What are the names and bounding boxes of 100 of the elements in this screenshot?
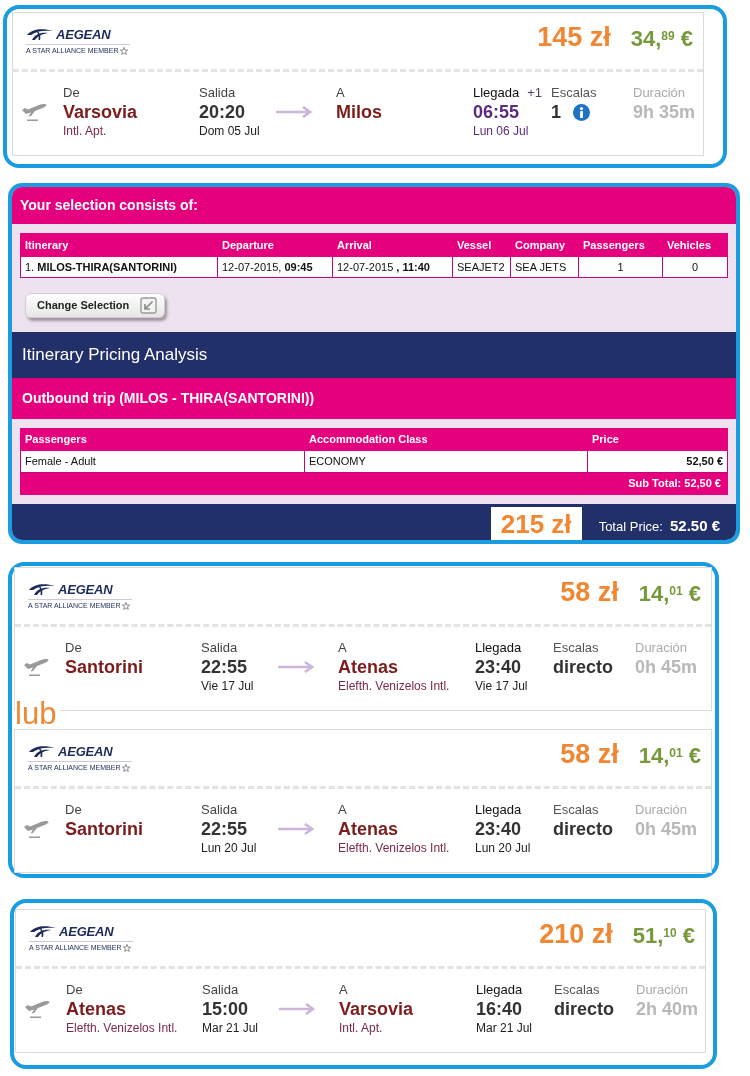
table-cell: 1. MILOS-THIRA(SANTORINI) (20, 256, 218, 278)
city-name: Atenas (338, 656, 399, 678)
column-header: Vehicles (662, 233, 728, 257)
airline-name: AEGEAN (59, 924, 114, 938)
star-icon (120, 46, 129, 55)
field-label: Llegada (475, 640, 522, 656)
total-value: 52.50 € (669, 515, 720, 536)
column-header: Arrival (332, 233, 453, 257)
departure-time: 22:55 (201, 818, 248, 840)
stops-count: directo (553, 656, 613, 678)
section-title: Your selection consists of: (20, 196, 198, 215)
table-cell: SEA JETS (510, 256, 579, 278)
field-label: A (339, 982, 348, 998)
departure-date: Mar 21 Jul (202, 1020, 259, 1036)
field-label: Salida (201, 640, 238, 656)
airport-name: Elefth. Venizelos Intl. (338, 678, 450, 694)
field-label: De (65, 802, 82, 818)
field-label: A (336, 85, 345, 101)
duration-value: 9h 35m (633, 101, 696, 123)
swoosh-logo-icon (26, 27, 54, 41)
departure-time: 20:20 (199, 101, 246, 123)
star-icon (123, 943, 132, 952)
change-selection-button[interactable]: Change Selection (25, 293, 165, 318)
price-eur: 51,$^{10}$ € (632, 923, 695, 949)
column-header: Passengers (20, 428, 305, 451)
arrow-right-icon (276, 106, 312, 118)
price-pln: 145 zł (537, 22, 611, 52)
city-name: Milos (336, 101, 382, 123)
column-header: Itinerary (20, 233, 218, 257)
arrival-time: 16:40 (476, 998, 523, 1020)
field-label: Duración (635, 640, 688, 656)
field-label: Escalas (553, 640, 599, 656)
field-label: De (63, 85, 80, 101)
stops-count: directo (553, 818, 613, 840)
arrival-date: Lun 06 Jul (473, 123, 529, 139)
arrow-box-icon (140, 297, 157, 314)
departure-time: 22:55 (201, 656, 248, 678)
city-name: Atenas (66, 998, 127, 1020)
field-label: Escalas (553, 802, 599, 818)
city-name: Varsovia (339, 998, 414, 1020)
table-cell: SEAJET2 (452, 256, 511, 278)
field-label: De (66, 982, 83, 998)
field-label: Llegada (476, 982, 523, 998)
table-cell: 0 (662, 256, 728, 278)
column-header: Passengers (578, 233, 663, 257)
field-label: Duración (636, 982, 689, 998)
arrival-date: Mar 21 Jul (476, 1020, 533, 1036)
airport-name: Intl. Apt. (339, 1020, 383, 1036)
info-icon[interactable] (573, 103, 590, 121)
price-eur: 34,$^{89}$ € (630, 26, 693, 52)
price-pln: 58 zł (560, 577, 619, 607)
city-name: Atenas (338, 818, 399, 840)
arrival-date: Vie 17 Jul (475, 678, 528, 694)
airport-name: Elefth. Venizelos Intl. (66, 1020, 178, 1036)
price-eur: 14,$^{01}$ € (638, 743, 701, 769)
arrow-right-icon (278, 823, 314, 835)
field-label: Salida (201, 802, 238, 818)
field-label: Llegada (473, 85, 520, 101)
section-title: Outbound trip (MILOS - THIRA(SANTORINI)) (22, 389, 315, 408)
subtotal-cell: Sub Total: 52,50 € (20, 472, 728, 495)
duration-value: 2h 40m (636, 998, 699, 1020)
field-label: Salida (199, 85, 236, 101)
day-offset: +1 (527, 85, 543, 101)
table-cell: 12-07-2015 , 11:40 (332, 256, 453, 278)
column-header: Departure (217, 233, 333, 257)
table-cell: 1 (578, 256, 663, 278)
arrival-date: Lun 20 Jul (475, 840, 531, 856)
star-icon (122, 601, 131, 610)
column-header: Company (510, 233, 579, 257)
price-pln: 210 zł (539, 919, 613, 949)
table-cell: Female - Adult (20, 450, 305, 473)
field-label: Escalas (551, 85, 597, 101)
field-label: De (65, 640, 82, 656)
swoosh-logo-icon (28, 744, 56, 758)
swoosh-logo-icon (29, 924, 57, 938)
departure-date: Dom 05 Jul (199, 123, 260, 139)
airport-name: Intl. Apt. (63, 123, 107, 139)
field-label: Llegada (475, 802, 522, 818)
departure-date: Lun 20 Jul (201, 840, 257, 856)
field-label: Salida (202, 982, 239, 998)
airport-name: Elefth. Venizelos Intl. (338, 840, 450, 856)
city-name: Santorini (65, 818, 143, 840)
arrival-time: 06:55 (473, 101, 520, 123)
airline-name: AEGEAN (56, 27, 111, 41)
section-title: Itinerary Pricing Analysis (22, 344, 208, 367)
table-cell: ECONOMY (304, 450, 588, 473)
departure-time: 15:00 (202, 998, 249, 1020)
table-cell: 12-07-2015, 09:45 (217, 256, 333, 278)
price-pln: 215 zł (490, 507, 582, 540)
arrival-time: 23:40 (475, 656, 522, 678)
duration-value: 0h 45m (635, 818, 698, 840)
airline-name: AEGEAN (58, 582, 113, 596)
table-cell: 52,50 € (587, 450, 728, 473)
price-pln: 58 zł (560, 739, 619, 769)
field-label: A (338, 802, 347, 818)
city-name: Santorini (65, 656, 143, 678)
field-label: Escalas (554, 982, 600, 998)
duration-value: 0h 45m (635, 656, 698, 678)
arrow-right-icon (279, 1003, 315, 1015)
arrow-right-icon (278, 661, 314, 673)
